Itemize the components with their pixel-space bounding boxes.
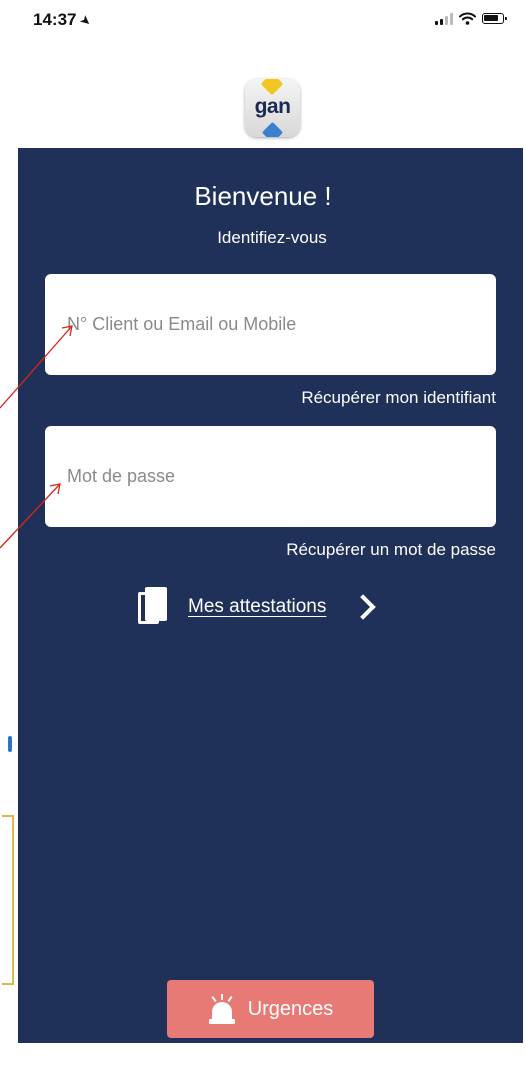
login-subtitle: Identifiez-vous — [217, 228, 327, 247]
status-bar: 14:37➤ — [0, 0, 526, 40]
signal-icon — [435, 12, 453, 25]
location-arrow-icon: ➤ — [77, 11, 96, 30]
battery-icon — [482, 13, 507, 24]
documents-icon — [138, 587, 168, 627]
recover-password-link[interactable]: Récupérer un mot de passe — [286, 540, 496, 560]
attestations-link[interactable]: Mes attestations — [138, 585, 377, 629]
wifi-icon — [459, 12, 476, 25]
edge-marker-yellow — [2, 815, 14, 985]
logo-roof-blue — [261, 121, 284, 137]
siren-icon — [208, 994, 236, 1024]
password-input[interactable] — [45, 426, 496, 527]
gan-logo: gan — [245, 79, 300, 137]
logo-roof-yellow — [260, 79, 284, 96]
urgences-label: Urgences — [247, 997, 334, 1020]
welcome-title: Bienvenue ! — [194, 181, 332, 211]
identifier-input[interactable] — [45, 274, 496, 375]
status-time: 14:37➤ — [33, 10, 95, 30]
status-icons — [435, 12, 507, 25]
chevron-right-icon — [350, 594, 377, 620]
logo-text: gan — [254, 95, 291, 118]
urgences-button[interactable]: Urgences — [167, 980, 374, 1038]
attestations-label: Mes attestations — [188, 596, 327, 617]
edge-marker-blue — [8, 736, 12, 752]
recover-identifier-link[interactable]: Récupérer mon identifiant — [301, 388, 496, 408]
home-indicator[interactable] — [181, 1054, 360, 1060]
time-text: 14:37 — [33, 10, 77, 29]
